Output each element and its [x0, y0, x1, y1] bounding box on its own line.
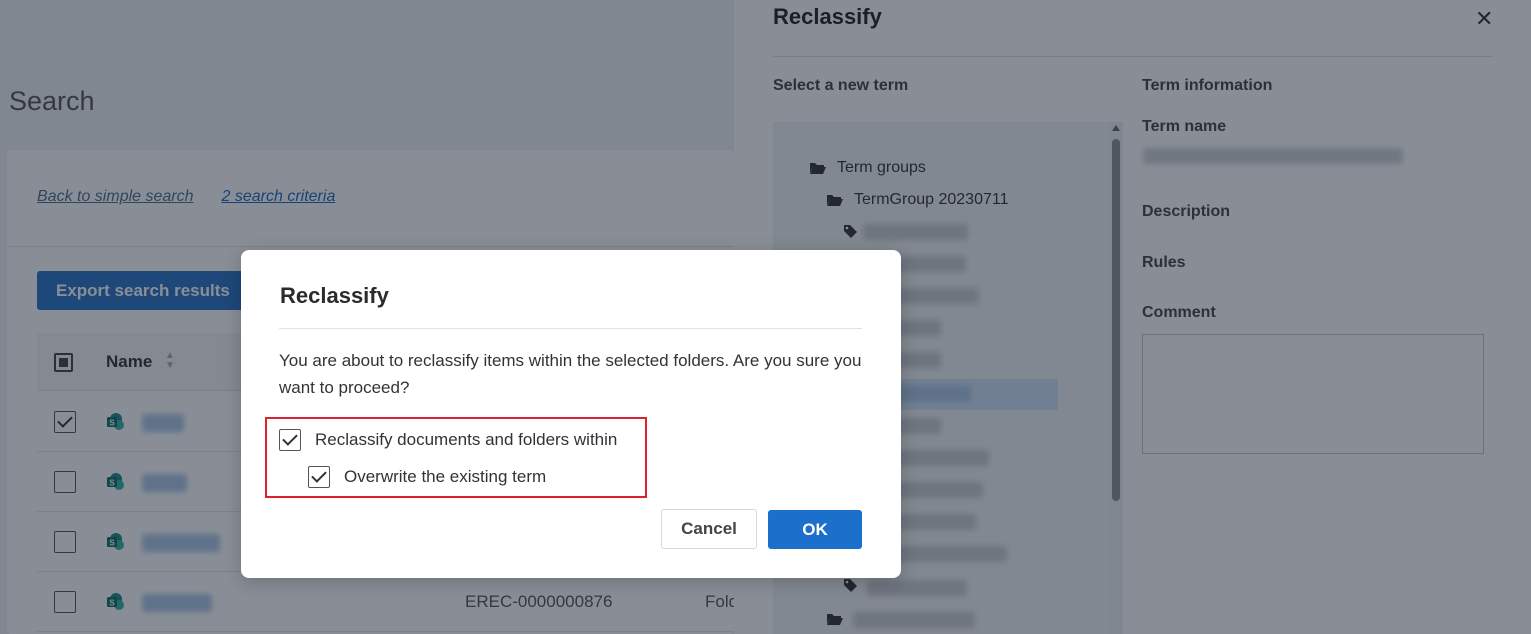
option-label: Overwrite the existing term [344, 467, 547, 486]
reclassify-within-option[interactable]: Reclassify documents and folders within [279, 429, 617, 451]
cancel-button[interactable]: Cancel [661, 509, 757, 549]
dialog-title: Reclassify [280, 283, 389, 308]
dialog-message: You are about to reclassify items within… [279, 351, 862, 397]
reclassify-within-checkbox[interactable] [279, 429, 301, 451]
ok-button[interactable]: OK [768, 510, 862, 549]
overwrite-term-option[interactable]: Overwrite the existing term [308, 466, 546, 488]
option-label: Reclassify documents and folders within [315, 430, 618, 449]
reclassify-confirm-dialog: Reclassify You are about to reclassify i… [241, 250, 901, 578]
divider [279, 328, 862, 329]
overwrite-term-checkbox[interactable] [308, 466, 330, 488]
